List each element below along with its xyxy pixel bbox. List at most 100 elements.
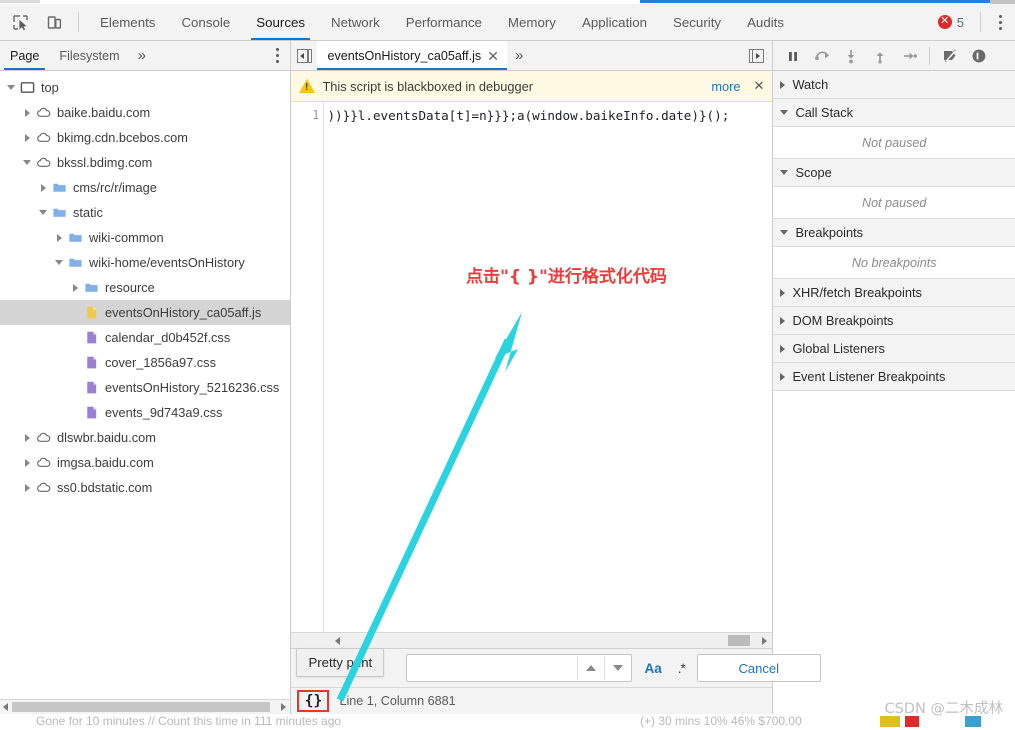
tree-disclosure-triangle-icon[interactable]: [20, 133, 34, 142]
tree-item-label: resource: [105, 280, 155, 295]
tree-disclosure-triangle-icon[interactable]: [4, 85, 18, 90]
line-number-gutter: 1: [291, 102, 325, 632]
tree-disclosure-triangle-icon[interactable]: [20, 108, 34, 117]
debugger-section-call-stack[interactable]: Call Stack: [773, 99, 1015, 127]
editor-tab-eventsonhistory[interactable]: eventsOnHistory_ca05aff.js ✕: [317, 41, 507, 70]
tree-disclosure-triangle-icon[interactable]: [52, 233, 66, 242]
debugger-section-global-listeners[interactable]: Global Listeners: [773, 335, 1015, 363]
tab-elements[interactable]: Elements: [87, 4, 168, 40]
scroll-left-arrow-icon[interactable]: [3, 703, 8, 711]
tree-item-imgsa-baidu-com[interactable]: imgsa.baidu.com: [0, 450, 290, 475]
tab-application[interactable]: Application: [569, 4, 660, 40]
step-out-icon[interactable]: [866, 43, 894, 69]
tree-item-dlswbr-baidu-com[interactable]: dlswbr.baidu.com: [0, 425, 290, 450]
tab-performance[interactable]: Performance: [393, 4, 495, 40]
tree-item-events-9d743a9-css[interactable]: events_9d743a9.css: [0, 400, 290, 425]
tab-audits[interactable]: Audits: [734, 4, 797, 40]
search-prev-icon[interactable]: [577, 656, 604, 680]
toggle-device-toolbar-icon[interactable]: [40, 8, 68, 36]
pause-script-execution-icon[interactable]: [779, 43, 807, 69]
tree-disclosure-triangle-icon[interactable]: [20, 458, 34, 467]
search-input[interactable]: [407, 655, 578, 681]
inspect-element-icon[interactable]: [6, 8, 34, 36]
pause-on-exceptions-icon[interactable]: [965, 43, 993, 69]
tree-item-label: cms/rc/r/image: [73, 180, 157, 195]
toolbar-right-divider: [980, 12, 981, 32]
tree-item-eventsonhistory-ca05aff-js[interactable]: eventsOnHistory_ca05aff.js: [0, 300, 291, 325]
code-content[interactable]: ))}}l.eventsData[t]=n}}};a(window.baikeI…: [324, 102, 772, 632]
debugger-section-event-listener-breakpoints[interactable]: Event Listener Breakpoints: [773, 363, 1015, 391]
source-editor-pane: eventsOnHistory_ca05aff.js ✕ » This scri…: [291, 41, 821, 714]
tab-list-left-icon[interactable]: [291, 41, 317, 70]
tab-memory[interactable]: Memory: [495, 4, 569, 40]
navigator-scroll-thumb[interactable]: [12, 702, 270, 712]
tree-item-wiki-common[interactable]: wiki-common: [0, 225, 290, 250]
pretty-print-button[interactable]: {}: [297, 690, 330, 712]
kebab-menu-icon[interactable]: [989, 8, 1011, 36]
code-viewer[interactable]: 1 ))}}l.eventsData[t]=n}}};a(window.baik…: [291, 102, 773, 632]
scroll-right-arrow-icon[interactable]: [281, 703, 287, 711]
nav-tab-page[interactable]: Page: [0, 41, 49, 70]
debugger-section-watch[interactable]: Watch: [773, 71, 1015, 99]
tree-item-eventsonhistory-5216236-css[interactable]: eventsOnHistory_5216236.css: [0, 375, 290, 400]
tree-item-label: wiki-home/eventsOnHistory: [89, 255, 245, 270]
section-disclosure-triangle-icon: [780, 344, 786, 353]
tree-disclosure-triangle-icon[interactable]: [36, 210, 50, 215]
tree-item-static[interactable]: static: [0, 200, 290, 225]
tree-item-calendar-d0b452f-css[interactable]: calendar_d0b452f.css: [0, 325, 290, 350]
navigator-horizontal-scrollbar[interactable]: [0, 699, 291, 714]
tab-sources[interactable]: Sources: [243, 4, 318, 40]
step-icon[interactable]: [895, 43, 923, 69]
tree-disclosure-triangle-icon[interactable]: [20, 433, 34, 442]
tree-item-top[interactable]: top: [0, 75, 290, 100]
folder-icon: [50, 205, 69, 220]
css-file-icon: [82, 355, 101, 370]
deactivate-breakpoints-icon[interactable]: [936, 43, 964, 69]
step-over-icon[interactable]: [808, 43, 836, 69]
tab-list-right-icon[interactable]: [743, 48, 769, 63]
debugger-section-breakpoints[interactable]: Breakpoints: [773, 219, 1015, 247]
debugger-section-scope[interactable]: Scope: [773, 159, 1015, 187]
tree-item-ss0-bdstatic-com[interactable]: ss0.bdstatic.com: [0, 475, 290, 500]
tab-console[interactable]: Console: [168, 4, 243, 40]
tree-disclosure-triangle-icon[interactable]: [20, 483, 34, 492]
tree-disclosure-triangle-icon[interactable]: [20, 160, 34, 165]
editor-horizontal-scrollbar[interactable]: [291, 632, 773, 648]
regex-button[interactable]: .*: [674, 661, 689, 676]
blackbox-close-icon[interactable]: ✕: [754, 78, 765, 94]
tree-item-bkssl-bdimg-com[interactable]: bkssl.bdimg.com: [0, 150, 290, 175]
tree-disclosure-triangle-icon[interactable]: [68, 283, 82, 292]
toolbar-right-group: ✕ 5: [937, 8, 1015, 36]
tree-disclosure-triangle-icon[interactable]: [36, 183, 50, 192]
debugger-section-title: Watch: [792, 77, 829, 92]
cancel-button[interactable]: Cancel: [696, 654, 821, 682]
search-field-wrapper[interactable]: [406, 654, 633, 682]
editor-scroll-right-arrow-icon[interactable]: [762, 636, 768, 645]
debugger-section-body-scope: Not paused: [773, 187, 1015, 219]
editor-scroll-left-arrow-icon[interactable]: [335, 636, 341, 645]
section-disclosure-triangle-icon: [780, 288, 786, 297]
search-next-icon[interactable]: [604, 656, 631, 680]
step-into-icon[interactable]: [837, 43, 865, 69]
error-count-badge[interactable]: ✕ 5: [937, 15, 964, 30]
nav-tab-filesystem[interactable]: Filesystem: [49, 41, 129, 70]
blackbox-more-link[interactable]: more: [711, 79, 740, 94]
nav-more-tabs-icon[interactable]: »: [130, 41, 154, 70]
debugger-section-xhr-fetch-breakpoints[interactable]: XHR/fetch Breakpoints: [773, 279, 1015, 307]
debugger-section-body-call-stack: Not paused: [773, 127, 1015, 159]
tab-network[interactable]: Network: [318, 4, 393, 40]
tree-item-wiki-home-eventsonhistory[interactable]: wiki-home/eventsOnHistory: [0, 250, 290, 275]
debugger-section-dom-breakpoints[interactable]: DOM Breakpoints: [773, 307, 1015, 335]
match-case-button[interactable]: Aa: [640, 661, 665, 676]
close-tab-icon[interactable]: ✕: [487, 49, 499, 63]
tree-item-baike-baidu-com[interactable]: baike.baidu.com: [0, 100, 290, 125]
tree-item-cms-rc-r-image[interactable]: cms/rc/r/image: [0, 175, 290, 200]
editor-scroll-thumb[interactable]: [728, 635, 751, 646]
tree-item-bkimg-cdn-bcebos-com[interactable]: bkimg.cdn.bcebos.com: [0, 125, 290, 150]
tree-item-cover-1856a97-css[interactable]: cover_1856a97.css: [0, 350, 290, 375]
tab-security[interactable]: Security: [660, 4, 734, 40]
navigator-kebab-menu-icon[interactable]: [264, 41, 290, 70]
tree-item-resource[interactable]: resource: [0, 275, 290, 300]
editor-more-tabs-icon[interactable]: »: [507, 41, 531, 70]
tree-disclosure-triangle-icon[interactable]: [52, 260, 66, 265]
